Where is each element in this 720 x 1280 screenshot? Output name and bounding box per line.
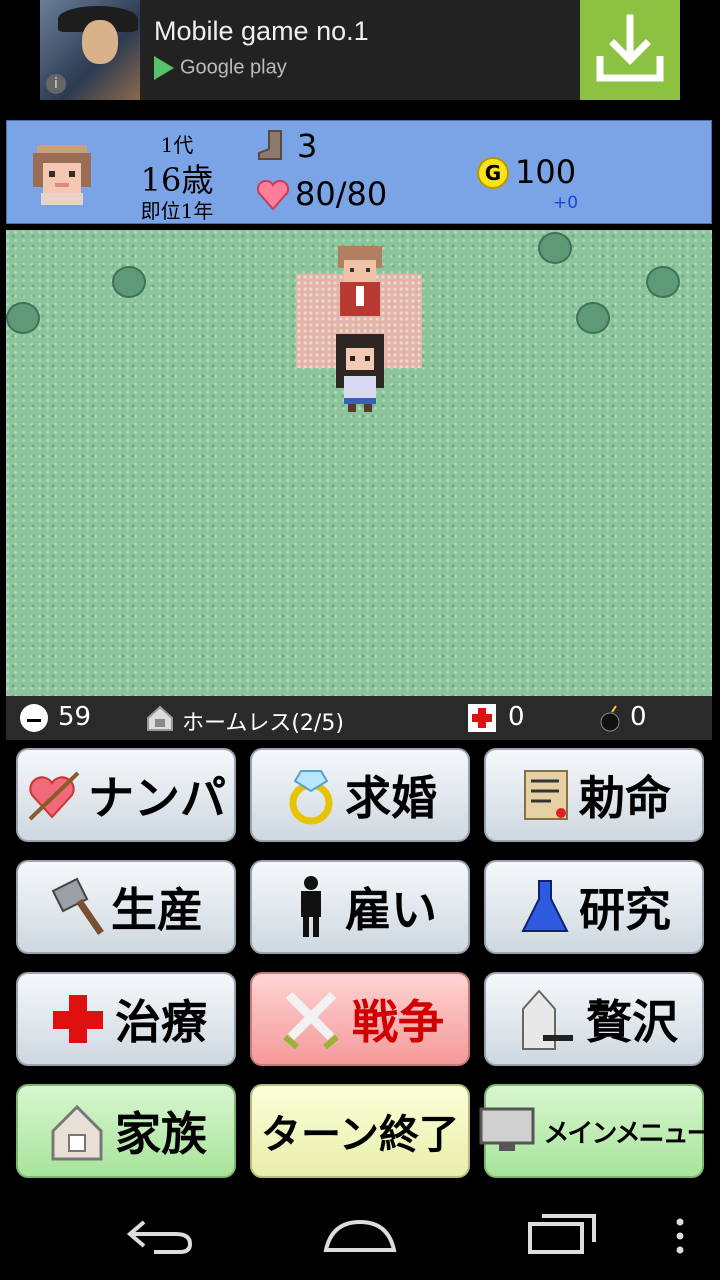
crossed-swords-icon (283, 991, 339, 1050)
yatoi-button[interactable]: 雇い (250, 860, 470, 954)
house-icon (51, 1104, 103, 1161)
seisan-button[interactable]: 生産 (16, 860, 236, 954)
ad-download-button[interactable] (580, 0, 680, 100)
turn-end-button[interactable]: ターン終了 (250, 1084, 470, 1178)
bush-sprite (646, 266, 680, 298)
bomb-count: 0 (630, 702, 647, 732)
bomb-icon (600, 705, 620, 732)
status-panel: 1代 16歳 即位1年 3 80/80 G 100 +0 (6, 120, 712, 224)
chokumei-button[interactable]: 勅命 (484, 748, 704, 842)
ring-icon (289, 770, 333, 825)
flask-icon (521, 880, 569, 932)
chokumei-label: 勅命 (579, 771, 671, 825)
kyukon-label: 求婚 (345, 771, 437, 825)
medicine-count: 0 (508, 702, 525, 732)
main-menu-label: メインメニュー (543, 1118, 712, 1149)
mood-value: 59 (58, 702, 92, 732)
person-icon (301, 876, 321, 937)
gold-income: +0 (553, 193, 579, 213)
castle-icon (522, 989, 573, 1050)
gold-value: 100 (515, 153, 577, 191)
house-icon (147, 705, 173, 731)
senso-button[interactable]: 戦争 (250, 972, 470, 1066)
boot-icon (258, 130, 282, 160)
nanpa-button[interactable]: ナンパ (16, 748, 236, 842)
kenkyu-label: 研究 (579, 883, 671, 937)
seisan-label: 生産 (111, 883, 203, 937)
turn-end-label: ターン終了 (261, 1112, 459, 1158)
back-icon[interactable] (124, 1216, 194, 1256)
main-menu-button[interactable]: メインメニュー (479, 1084, 713, 1178)
ad-store-label: Google play (180, 56, 287, 79)
game-map[interactable] (6, 230, 712, 696)
chiryo-button[interactable]: 治療 (16, 972, 236, 1066)
bush-sprite (112, 266, 146, 298)
face-icon (20, 704, 48, 732)
zeitaku-label: 贅沢 (586, 995, 678, 1049)
pirate-face-image (82, 20, 118, 64)
ad-store-badge[interactable]: Google play (154, 56, 287, 80)
yatoi-label: 雇い (345, 883, 437, 937)
overflow-menu-icon[interactable] (674, 1216, 686, 1256)
bush-sprite (538, 232, 572, 264)
heart-icon (256, 179, 290, 211)
ad-title[interactable]: Mobile game no.1 (154, 16, 369, 47)
kazoku-button[interactable]: 家族 (16, 1084, 236, 1178)
resource-strip: 59 ホームレス(2/5) 0 0 (6, 696, 712, 740)
hp-value: 80/80 (295, 175, 388, 213)
heart-arrow-icon (28, 771, 80, 821)
senso-label: 戦争 (352, 995, 444, 1049)
reign-years-label: 即位1年 (140, 199, 214, 223)
nanpa-label: ナンパ (88, 771, 226, 825)
chiryo-label: 治療 (115, 995, 207, 1049)
play-store-icon (154, 56, 174, 80)
gold-coin-icon: G (477, 157, 509, 189)
home-icon[interactable] (322, 1216, 398, 1256)
ad-banner[interactable]: i Mobile game no.1 Google play (40, 0, 680, 100)
ad-info-icon[interactable]: i (46, 74, 66, 94)
player-sprite[interactable] (332, 332, 388, 414)
scroll-icon (524, 770, 568, 820)
download-icon (596, 14, 664, 82)
system-nav-bar (0, 1190, 720, 1280)
generation-label: 1代 (160, 133, 194, 157)
kazoku-label: 家族 (115, 1107, 207, 1161)
red-cross-icon (468, 704, 496, 732)
king-sprite[interactable] (332, 242, 388, 322)
ad-game-thumbnail[interactable]: i (40, 0, 140, 100)
red-cross-icon (53, 995, 103, 1043)
floor-count: 3 (297, 127, 318, 165)
monitor-icon (479, 1107, 535, 1151)
bush-sprite (576, 302, 610, 334)
bush-sprite (6, 302, 40, 334)
kyukon-button[interactable]: 求婚 (250, 748, 470, 842)
recents-icon[interactable] (526, 1212, 598, 1256)
king-portrait-avatar (33, 145, 91, 205)
housing-status: ホームレス(2/5) (182, 711, 344, 736)
zeitaku-button[interactable]: 贅沢 (484, 972, 704, 1066)
kenkyu-button[interactable]: 研究 (484, 860, 704, 954)
hammer-icon (51, 877, 104, 935)
